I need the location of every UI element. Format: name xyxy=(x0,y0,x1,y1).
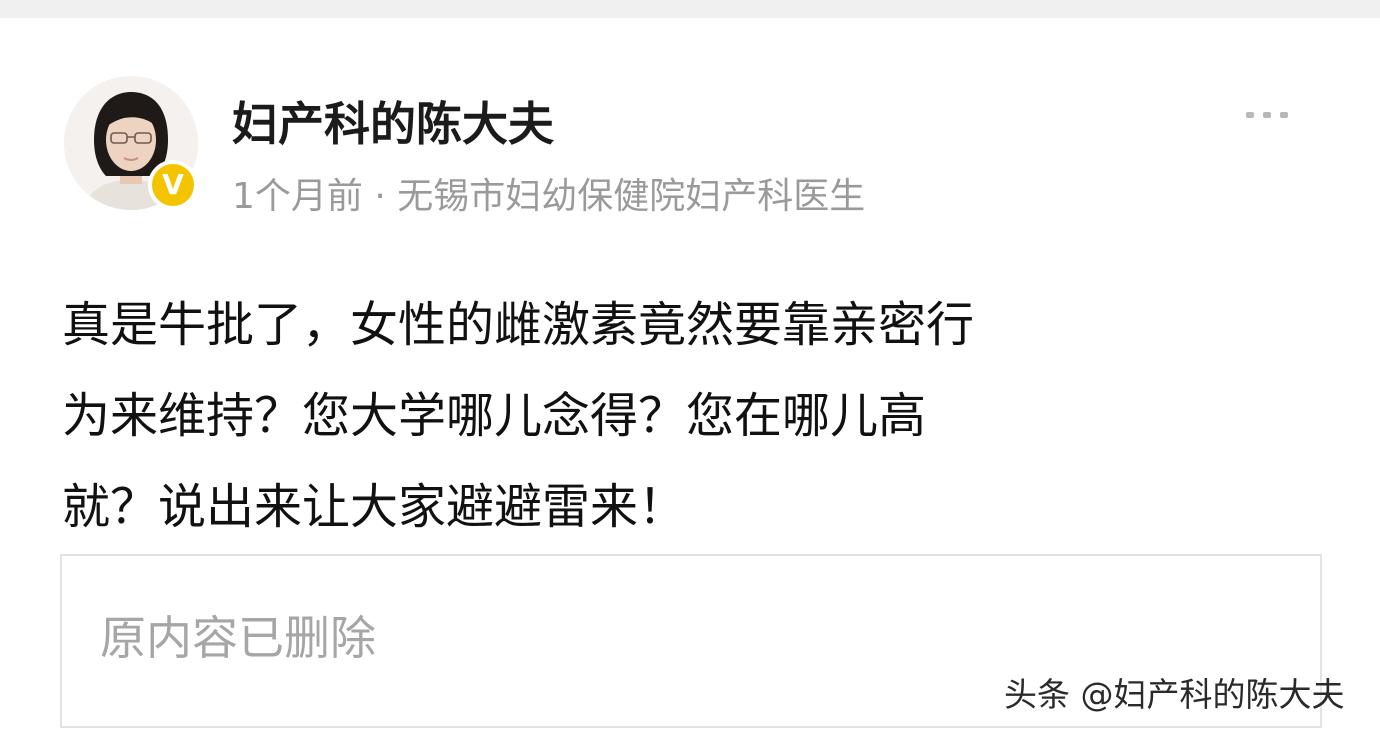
post-content-line: 就？说出来让大家避避雷来！ xyxy=(62,479,687,535)
page: V 妇产科的陈大夫 1个月前 · 无锡市妇幼保健院妇产科医生 真是牛批了，女性的… xyxy=(0,0,1380,734)
dot xyxy=(1280,112,1288,118)
deleted-content-notice: 原内容已删除 xyxy=(100,611,376,665)
post-content: 真是牛批了，女性的雌激素竟然要靠亲密行 为来维持？您大学哪儿念得？您在哪儿高 就… xyxy=(62,280,1302,553)
author-name[interactable]: 妇产科的陈大夫 xyxy=(232,96,554,152)
post-card: V 妇产科的陈大夫 1个月前 · 无锡市妇幼保健院妇产科医生 真是牛批了，女性的… xyxy=(0,18,1380,734)
post-content-line: 真是牛批了，女性的雌激素竟然要靠亲密行 xyxy=(62,297,975,353)
dot xyxy=(1246,112,1254,118)
post-meta: 1个月前 · 无锡市妇幼保健院妇产科医生 xyxy=(232,176,866,217)
verified-v-icon: V xyxy=(148,160,198,210)
post-content-line: 为来维持？您大学哪儿念得？您在哪儿高 xyxy=(62,388,927,444)
more-dots-icon[interactable] xyxy=(1246,112,1288,118)
dot xyxy=(1263,112,1271,118)
watermark: 头条 @妇产科的陈大夫 xyxy=(1004,675,1345,714)
